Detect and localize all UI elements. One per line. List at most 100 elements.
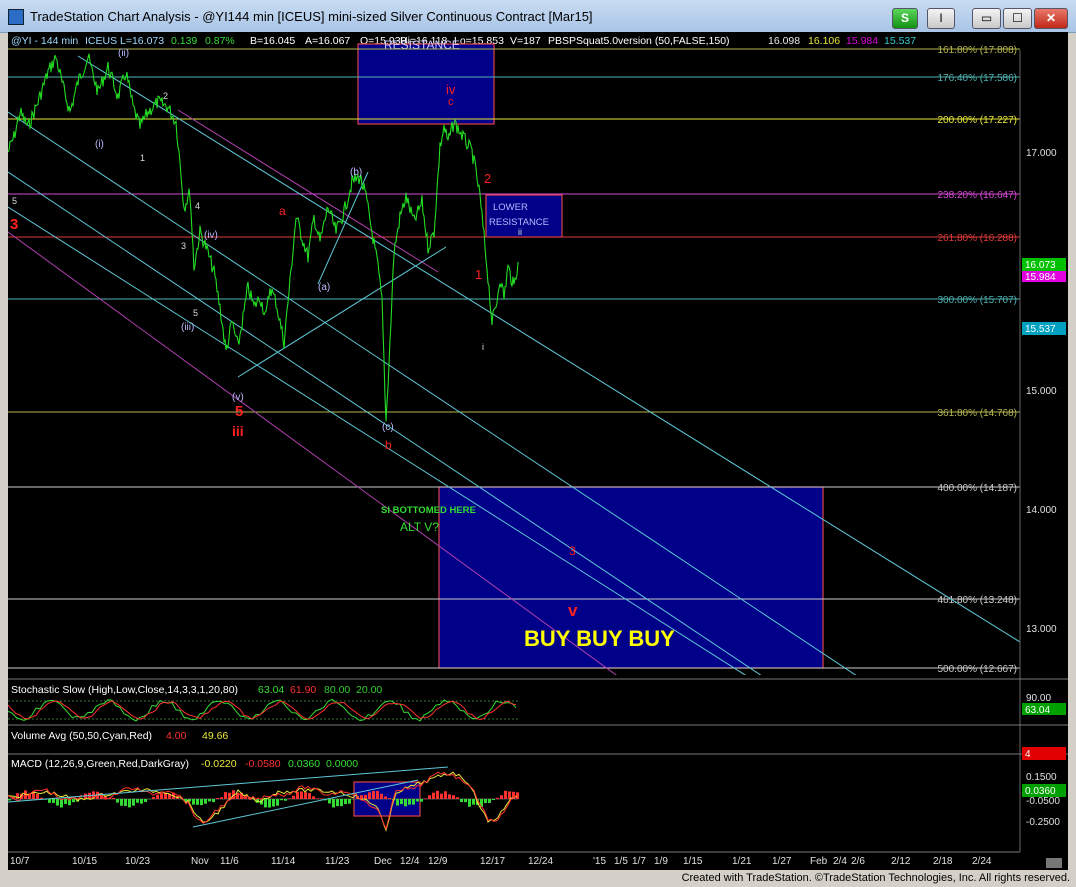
macd-hist-bar bbox=[308, 793, 311, 799]
fib-label: 238.20% (16.647) bbox=[937, 190, 1017, 201]
macd-hist-bar bbox=[340, 799, 343, 807]
macd-hist-bar bbox=[124, 799, 127, 806]
time-axis-label: 10/7 bbox=[10, 856, 30, 867]
wave-5-red: 5 bbox=[235, 403, 243, 420]
target-wave-3: 3 bbox=[569, 544, 576, 558]
window-title: TradeStation Chart Analysis - @YI144 min… bbox=[30, 9, 593, 24]
fib-label: 300.00% (15.707) bbox=[937, 295, 1017, 306]
lower-resistance-label-1: LOWER bbox=[493, 202, 528, 213]
macd-hist-bar bbox=[268, 799, 271, 808]
chart-menu-button[interactable]: I bbox=[927, 8, 955, 29]
resistance-box bbox=[357, 43, 495, 125]
channel-line-1 bbox=[8, 111, 857, 675]
chart-scroll-handle[interactable] bbox=[1046, 858, 1062, 868]
time-axis-label: 1/21 bbox=[732, 856, 752, 867]
trendline-b bbox=[317, 171, 369, 285]
macd-hist-bar bbox=[332, 799, 335, 808]
wave-c-red: c bbox=[448, 96, 454, 108]
window-titlebar: TradeStation Chart Analysis - @YI144 min… bbox=[0, 0, 1076, 33]
macd-hist-bar bbox=[408, 799, 411, 805]
macd-hist-bar bbox=[200, 799, 203, 806]
wave-iii-paren: (iii) bbox=[181, 322, 194, 333]
time-axis-label: 2/4 bbox=[833, 856, 847, 867]
macd-hist-bar bbox=[368, 792, 371, 799]
time-axis-label: 1/15 bbox=[683, 856, 703, 867]
macd-hist-bar bbox=[312, 796, 315, 799]
macd-hist-bar bbox=[216, 797, 219, 799]
wave-iv-red: iv bbox=[446, 82, 456, 97]
macd-hist-bar bbox=[144, 799, 147, 802]
net-change-pct: 0.87% bbox=[205, 35, 235, 47]
minimize-button[interactable]: ▭ bbox=[972, 8, 1001, 29]
macd-hist-bar bbox=[384, 796, 387, 799]
macd-hist-bar bbox=[136, 799, 139, 803]
indicator-name: PBSPSquat5.0version (50,FALSE,150) bbox=[548, 35, 730, 47]
macd-hist-bar bbox=[288, 798, 291, 799]
macd-hist-bar bbox=[500, 795, 503, 799]
resistance-label: RESISTANCE bbox=[384, 38, 460, 52]
macd-zero: 0.0000 bbox=[326, 758, 358, 770]
macd-hist-bar bbox=[264, 799, 267, 808]
macd-hist-bar bbox=[396, 799, 399, 806]
macd-hist-bar bbox=[60, 799, 63, 808]
ind-price-marker-text: 15.984 bbox=[1025, 272, 1056, 283]
stochastic-k: 63.04 bbox=[258, 684, 284, 696]
time-axis-label: 1/7 bbox=[632, 856, 646, 867]
time-axis-label: 1/9 bbox=[654, 856, 668, 867]
time-axis-label: 10/15 bbox=[72, 856, 97, 867]
indicator-value-3: 15.984 bbox=[846, 35, 878, 47]
macd-hist-bar bbox=[468, 799, 471, 807]
macd-hist-bar bbox=[456, 797, 459, 799]
volume-value: V=187 bbox=[510, 35, 541, 47]
maximize-button[interactable]: ☐ bbox=[1003, 8, 1032, 29]
macd-hist-bar bbox=[440, 793, 443, 799]
macd-hist-bar bbox=[8, 799, 11, 801]
time-axis-label: Dec bbox=[374, 856, 392, 867]
time-axis-label: Nov bbox=[191, 856, 209, 867]
macd-hist-bar bbox=[344, 799, 347, 805]
macd-hist-bar bbox=[224, 792, 227, 799]
price-axis-15: 15.000 bbox=[1026, 386, 1057, 397]
time-axis-label: Feb bbox=[810, 856, 828, 867]
macd-hist-bar bbox=[464, 799, 467, 803]
macd-hist-bar bbox=[400, 799, 403, 805]
macd-value: -0.0220 bbox=[201, 758, 237, 770]
macd-hist-bar bbox=[428, 795, 431, 799]
wave-3-small: 3 bbox=[181, 241, 186, 251]
strategy-button[interactable]: S bbox=[892, 8, 918, 29]
macd-hist-bar bbox=[504, 790, 507, 799]
macd-hist-bar bbox=[328, 799, 331, 804]
close-button[interactable]: ✕ bbox=[1034, 8, 1068, 29]
macd-hist-bar bbox=[16, 793, 19, 799]
macd-hist-bar bbox=[432, 792, 435, 799]
macd-hist-bar bbox=[488, 799, 491, 803]
macd-hist-bar bbox=[436, 790, 439, 799]
stochastic-marker-text: 63.04 bbox=[1025, 705, 1050, 716]
macd-hist-bar bbox=[320, 798, 323, 799]
macd-axis-neg005: -0.0500 bbox=[1026, 796, 1060, 807]
macd-hist-bar bbox=[196, 799, 199, 805]
macd-signal: -0.0580 bbox=[245, 758, 281, 770]
channel-line-3 bbox=[8, 206, 747, 675]
target-wave-v: v bbox=[568, 601, 578, 620]
price-axis-17: 17.000 bbox=[1026, 148, 1057, 159]
time-axis-label: 2/18 bbox=[933, 856, 953, 867]
wave-v-paren: (v) bbox=[232, 392, 244, 403]
macd-hist-bar bbox=[192, 799, 195, 805]
stochastic-os: 20.00 bbox=[356, 684, 382, 696]
tradestation-app-icon bbox=[8, 9, 24, 25]
chart-canvas[interactable]: @YI - 144 min ICEUS L=16.073 0.139 0.87%… bbox=[7, 32, 1068, 870]
wave-1-red: 1 bbox=[475, 267, 482, 282]
time-axis-label: 1/5 bbox=[614, 856, 628, 867]
time-axis-label: 10/23 bbox=[125, 856, 150, 867]
time-axis-label: 11/6 bbox=[220, 856, 239, 867]
fib-label: 176.40% (17.586) bbox=[937, 73, 1017, 84]
macd-hist-bar bbox=[132, 799, 135, 806]
macd-hist-bar bbox=[460, 799, 463, 803]
time-axis-label: 12/17 bbox=[480, 856, 505, 867]
macd-hist-bar bbox=[164, 793, 167, 799]
macd-hist-bar bbox=[72, 799, 75, 803]
macd-hist-bar bbox=[48, 799, 51, 803]
macd-hist-bar bbox=[208, 799, 211, 802]
chart-area[interactable]: @YI - 144 min ICEUS L=16.073 0.139 0.87%… bbox=[7, 32, 1068, 870]
